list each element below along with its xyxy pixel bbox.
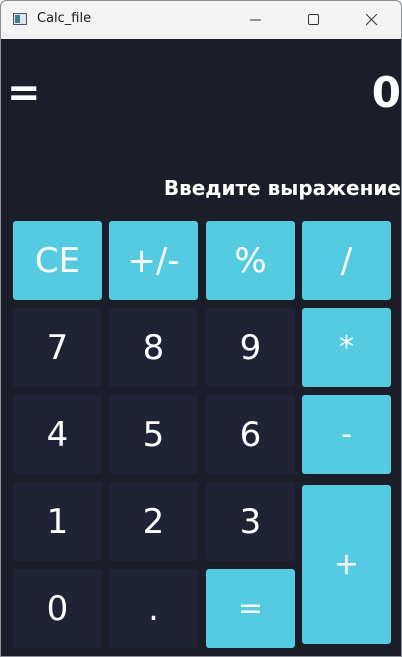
close-icon	[366, 14, 378, 26]
plus-minus-button[interactable]: +/-	[109, 221, 198, 300]
digit-6-button[interactable]: 6	[206, 395, 295, 474]
equals-button[interactable]: =	[206, 569, 295, 648]
digit-8-button[interactable]: 8	[109, 308, 198, 387]
decimal-point-button[interactable]: .	[109, 569, 198, 648]
app-icon	[13, 13, 27, 25]
percent-button[interactable]: %	[206, 221, 295, 300]
close-button[interactable]	[349, 1, 395, 39]
divide-button[interactable]: /	[302, 221, 391, 300]
equals-indicator: =	[7, 70, 41, 116]
window-title: Calc_file	[37, 11, 92, 26]
minus-button[interactable]: -	[302, 395, 391, 474]
maximize-icon	[308, 14, 319, 25]
result-display: 0	[371, 68, 401, 117]
maximize-button[interactable]	[291, 1, 337, 39]
display-panel: = 0 Введите выражение	[1, 39, 401, 215]
plus-button[interactable]: +	[302, 485, 391, 644]
title-bar[interactable]: Calc_file	[1, 1, 401, 39]
digit-2-button[interactable]: 2	[109, 482, 198, 561]
digit-4-button[interactable]: 4	[13, 395, 102, 474]
digit-7-button[interactable]: 7	[13, 308, 102, 387]
calculator-window: Calc_file = 0 Введите выражение CE +/- %…	[0, 0, 402, 657]
digit-3-button[interactable]: 3	[206, 482, 295, 561]
digit-5-button[interactable]: 5	[109, 395, 198, 474]
expression-display: Введите выражение	[163, 176, 401, 200]
multiply-button[interactable]: *	[302, 308, 391, 387]
clear-entry-button[interactable]: CE	[13, 221, 102, 300]
minimize-icon	[250, 19, 261, 21]
digit-0-button[interactable]: 0	[13, 569, 102, 648]
digit-1-button[interactable]: 1	[13, 482, 102, 561]
minimize-button[interactable]	[233, 1, 279, 39]
digit-9-button[interactable]: 9	[206, 308, 295, 387]
